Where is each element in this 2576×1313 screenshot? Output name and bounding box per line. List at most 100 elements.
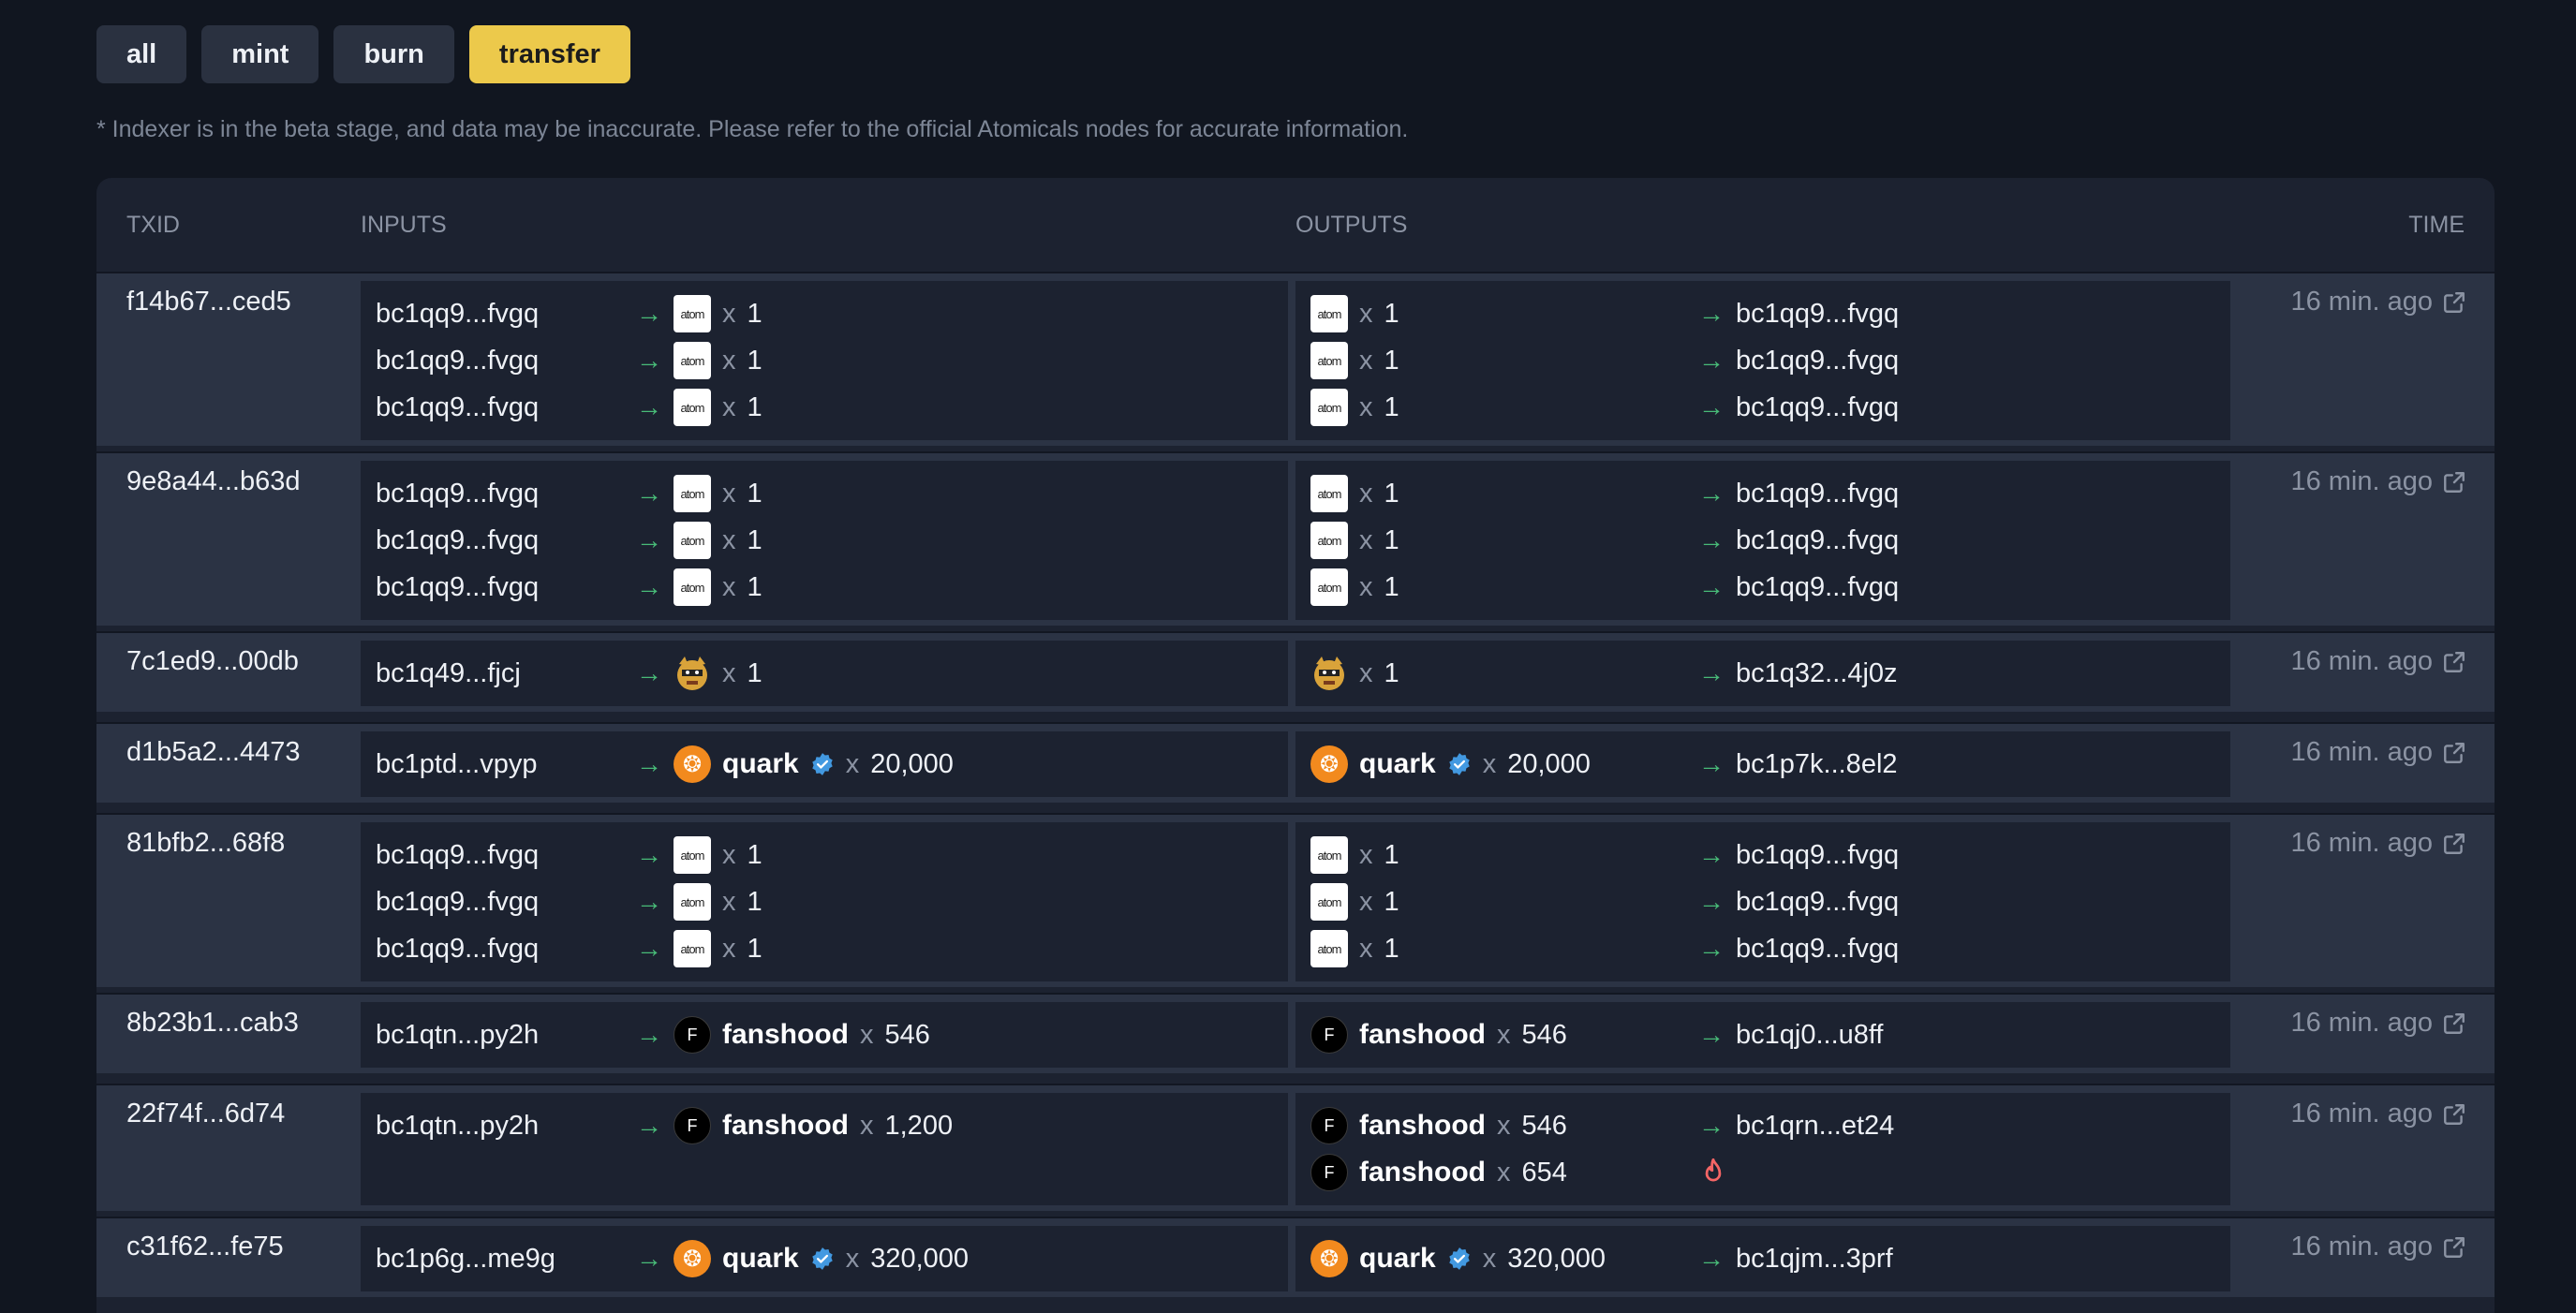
table-row: 81bfb2...68f8 bc1qq9...fvgq → atom x 1 bc1qq9.… xyxy=(96,813,2495,987)
txid-link[interactable]: 7c1ed9...00db xyxy=(126,646,299,677)
output-address-link[interactable]: bc1qq9...fvgq xyxy=(1736,299,1899,330)
multiplier-sign: x xyxy=(1482,1243,1497,1274)
output-address-link[interactable]: bc1qj0...u8ff xyxy=(1736,1020,1883,1051)
input-address-link[interactable]: bc1qq9...fvgq xyxy=(376,299,539,330)
input-address-link[interactable]: bc1p6g...me9g xyxy=(376,1244,555,1275)
token-name-link[interactable]: fanshood xyxy=(1359,1110,1486,1142)
txid-link[interactable]: 9e8a44...b63d xyxy=(126,466,300,497)
token-amount: 1 xyxy=(1384,345,1399,376)
input-address-link[interactable]: bc1qq9...fvgq xyxy=(376,572,539,603)
input-address-link[interactable]: bc1ptd...vpyp xyxy=(376,749,538,780)
output-address-link[interactable]: bc1qq9...fvgq xyxy=(1736,887,1899,918)
input-address-link[interactable]: bc1qq9...fvgq xyxy=(376,346,539,376)
timestamp[interactable]: 16 min. ago xyxy=(2290,287,2466,317)
multiplier-sign: x xyxy=(722,391,736,422)
multiplier-sign: x xyxy=(1359,524,1373,555)
timestamp[interactable]: 16 min. ago xyxy=(2290,828,2466,859)
quark-token-icon: ❂ xyxy=(674,745,711,783)
quark-token-icon: ❂ xyxy=(1310,745,1348,783)
cat-token-icon xyxy=(1310,655,1348,692)
token-amount: 1 xyxy=(747,839,762,870)
token-amount: 1 xyxy=(747,391,762,422)
arrow-right-icon: → xyxy=(1698,1111,1725,1140)
input-address-link[interactable]: bc1qq9...fvgq xyxy=(376,887,539,918)
timestamp[interactable]: 16 min. ago xyxy=(2290,1099,2466,1129)
input-line: bc1qq9...fvgq → atom x 1 xyxy=(361,517,1288,564)
external-link-icon[interactable] xyxy=(2442,650,2466,674)
filter-all-button[interactable]: all xyxy=(96,25,187,83)
output-address-link[interactable]: bc1p7k...8el2 xyxy=(1736,749,1898,780)
token-amount: 1 xyxy=(747,478,762,509)
token-name-link[interactable]: quark xyxy=(722,748,799,780)
asset-group: atom x 1 xyxy=(1310,475,1399,512)
fanshood-token-icon: F xyxy=(674,1016,711,1054)
token-name-link[interactable]: quark xyxy=(722,1243,799,1275)
token-amount: 1 xyxy=(1384,933,1399,964)
input-address-link[interactable]: bc1qtn...py2h xyxy=(376,1020,539,1051)
arrow-right-icon: → xyxy=(1698,934,1725,963)
token-name-link[interactable]: quark xyxy=(1359,1243,1436,1275)
token-amount: 546 xyxy=(1521,1110,1567,1141)
asset-group: atom x 1 xyxy=(1310,522,1399,559)
filter-transfer-button[interactable]: transfer xyxy=(468,25,630,83)
external-link-icon[interactable] xyxy=(2442,1102,2466,1127)
output-address-link[interactable]: bc1qq9...fvgq xyxy=(1736,525,1899,556)
token-name-link[interactable]: fanshood xyxy=(1359,1019,1486,1051)
input-line: bc1qq9...fvgq → atom x 1 xyxy=(361,337,1288,384)
output-line: Ffanshood x 546 → bc1qj0...u8ff xyxy=(1295,1011,2230,1058)
timestamp[interactable]: 16 min. ago xyxy=(2290,1232,2466,1262)
multiplier-sign: x xyxy=(845,1243,860,1274)
txid-link[interactable]: f14b67...ced5 xyxy=(126,287,291,317)
external-link-icon[interactable] xyxy=(2442,832,2466,856)
output-address-link[interactable]: bc1qq9...fvgq xyxy=(1736,479,1899,509)
txid-link[interactable]: 81bfb2...68f8 xyxy=(126,828,285,859)
asset-group: atom x 1 xyxy=(1310,568,1399,606)
token-name-link[interactable]: quark xyxy=(1359,748,1436,780)
table-header: TXID INPUTS OUTPUTS TIME xyxy=(96,178,2495,272)
external-link-icon[interactable] xyxy=(2442,1235,2466,1260)
output-address-link[interactable]: bc1qq9...fvgq xyxy=(1736,346,1899,376)
token-amount: 1 xyxy=(747,886,762,917)
timestamp[interactable]: 16 min. ago xyxy=(2290,646,2466,677)
token-amount: 1 xyxy=(1384,524,1399,555)
output-address-link[interactable]: bc1qq9...fvgq xyxy=(1736,840,1899,871)
output-address-link[interactable]: bc1qrn...et24 xyxy=(1736,1111,1894,1142)
txid-link[interactable]: 8b23b1...cab3 xyxy=(126,1008,299,1039)
output-address-link[interactable]: bc1qq9...fvgq xyxy=(1736,572,1899,603)
input-address-link[interactable]: bc1qq9...fvgq xyxy=(376,479,539,509)
fanshood-token-icon: F xyxy=(674,1107,711,1144)
timestamp[interactable]: 16 min. ago xyxy=(2290,737,2466,768)
input-address-link[interactable]: bc1qq9...fvgq xyxy=(376,840,539,871)
timestamp[interactable]: 16 min. ago xyxy=(2290,466,2466,497)
atom-token-icon: atom xyxy=(1310,836,1348,874)
input-address-link[interactable]: bc1qq9...fvgq xyxy=(376,525,539,556)
atom-token-icon: atom xyxy=(674,295,711,332)
output-address-link[interactable]: bc1qq9...fvgq xyxy=(1736,392,1899,423)
asset-group: ❂ quark x 20,000 xyxy=(1310,745,1591,783)
token-name-link[interactable]: fanshood xyxy=(1359,1157,1486,1188)
arrow-right-icon: → xyxy=(1698,346,1725,375)
filter-mint-button[interactable]: mint xyxy=(201,25,319,83)
external-link-icon[interactable] xyxy=(2442,1011,2466,1036)
external-link-icon[interactable] xyxy=(2442,290,2466,315)
column-header-inputs: INPUTS xyxy=(361,212,447,238)
input-address-link[interactable]: bc1qq9...fvgq xyxy=(376,392,539,423)
input-address-link[interactable]: bc1qtn...py2h xyxy=(376,1111,539,1142)
external-link-icon[interactable] xyxy=(2442,741,2466,765)
output-address-link[interactable]: bc1qq9...fvgq xyxy=(1736,934,1899,965)
output-address-link[interactable]: bc1qjm...3prf xyxy=(1736,1244,1893,1275)
txid-link[interactable]: 22f74f...6d74 xyxy=(126,1099,285,1129)
output-line: atom x 1 → bc1qq9...fvgq xyxy=(1295,832,2230,878)
output-address-link[interactable]: bc1q32...4j0z xyxy=(1736,658,1898,689)
txid-link[interactable]: d1b5a2...4473 xyxy=(126,737,300,768)
input-address-link[interactable]: bc1q49...fjcj xyxy=(376,658,521,689)
timestamp[interactable]: 16 min. ago xyxy=(2290,1008,2466,1039)
token-name-link[interactable]: fanshood xyxy=(722,1110,849,1142)
atom-token-icon: atom xyxy=(674,930,711,967)
token-name-link[interactable]: fanshood xyxy=(722,1019,849,1051)
external-link-icon[interactable] xyxy=(2442,470,2466,494)
txid-link[interactable]: c31f62...fe75 xyxy=(126,1232,284,1262)
multiplier-sign: x xyxy=(1359,657,1373,688)
filter-burn-button[interactable]: burn xyxy=(333,25,454,83)
input-address-link[interactable]: bc1qq9...fvgq xyxy=(376,934,539,965)
